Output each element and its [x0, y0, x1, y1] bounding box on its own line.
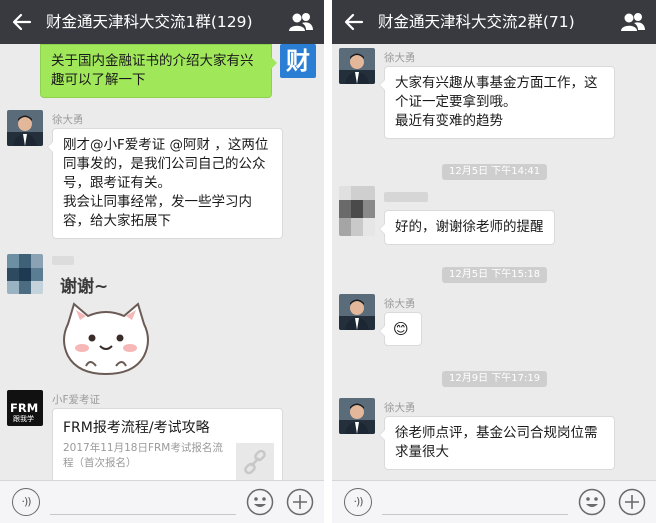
message-bubble[interactable]: 大家有兴趣从事基金方面工作，这 个证一定要拿到哦。 最近有变难的趋势	[379, 66, 615, 139]
sender-name: 徐大勇	[384, 52, 416, 64]
sender-name-blurred	[384, 192, 428, 202]
avatar-text: 财	[286, 47, 310, 75]
sender-name-blurred	[52, 256, 74, 265]
sender-name: 徐大勇	[384, 298, 416, 310]
avatar[interactable]: FRM 跟我学	[7, 390, 43, 426]
avatar-text: FRM	[10, 401, 39, 415]
message-line: 容，给大家拓展下	[63, 213, 171, 229]
card-title: FRM报考流程/考试攻略	[63, 420, 210, 436]
cat-sticker-icon	[63, 302, 149, 376]
message-input[interactable]	[50, 514, 236, 515]
message-bubble[interactable]: 好的，谢谢徐老师的提醒	[379, 210, 555, 245]
self-message-bubble[interactable]: 关于国内金融证书的介绍大家有兴 趣可以了解一下	[40, 44, 277, 98]
timestamp: 12月5日 下午15:18	[442, 267, 548, 283]
self-avatar[interactable]: 财	[280, 44, 316, 78]
message-bubble[interactable]: 😊	[379, 312, 422, 346]
message-input[interactable]	[382, 514, 568, 515]
card-description: 2017年11月18日FRM考试报名流程（首次报名）	[63, 442, 223, 469]
chat-window-group-1: 财金通天津科大交流1群(129) 关于国内金融证书的介绍大家有兴 趣可以了解一下…	[0, 0, 324, 523]
avatar[interactable]	[339, 294, 375, 330]
avatar[interactable]	[339, 48, 375, 84]
message-line: 刚才@小F爱考证 @阿财 ，这两位	[63, 137, 269, 153]
sender-name: 徐大勇	[52, 114, 84, 126]
sender-name: 小F爱考证	[52, 394, 101, 406]
message-line: 关于国内金融证书的介绍大家有兴	[51, 53, 254, 69]
avatar-subtext: 跟我学	[13, 415, 34, 423]
link-icon	[236, 443, 274, 481]
shared-article-card[interactable]: FRM报考流程/考试攻略 2017年11月18日FRM考试报名流程（首次报名）	[52, 408, 283, 488]
group-members-icon[interactable]	[620, 10, 646, 34]
emoji-icon[interactable]	[578, 488, 606, 516]
message-line: 我会让同事经常，发一些学习内	[63, 194, 252, 210]
plus-icon[interactable]	[286, 488, 314, 516]
sticker[interactable]: 谢谢~	[56, 268, 156, 380]
message-line: 好的，谢谢徐老师的提醒	[395, 219, 544, 235]
message-line: 趣可以了解一下	[51, 72, 146, 88]
message-line: 大家有兴趣从事基金方面工作，这	[395, 75, 598, 91]
back-arrow-icon[interactable]	[342, 10, 366, 34]
timestamp: 12月5日 下午14:41	[442, 164, 548, 180]
message-bubble[interactable]: 刚才@小F爱考证 @阿财 ，这两位 同事发的，是我们公司自己的公众 号，跟考证有…	[47, 128, 283, 239]
voice-icon[interactable]: ·))	[12, 488, 40, 516]
input-bar: ·))	[0, 480, 324, 523]
emoji-icon[interactable]	[246, 488, 274, 516]
group-members-icon[interactable]	[288, 10, 314, 34]
avatar[interactable]	[7, 110, 43, 146]
timestamp: 12月9日 下午17:19	[442, 371, 548, 387]
message-line: 徐老师点评，基金公司合规岗位需	[395, 425, 598, 441]
chat-title: 财金通天津科大交流1群(129)	[46, 13, 253, 31]
back-arrow-icon[interactable]	[10, 10, 34, 34]
message-line: 个证一定要拿到哦。	[395, 94, 517, 110]
chat-header: 财金通天津科大交流1群(129)	[0, 0, 324, 44]
message-line: 号，跟考证有关。	[63, 175, 171, 191]
avatar[interactable]	[339, 398, 375, 434]
sender-name: 徐大勇	[384, 402, 416, 414]
message-line: 求量很大	[395, 444, 449, 460]
message-line: 同事发的，是我们公司自己的公众	[63, 156, 266, 172]
chat-window-group-2: 财金通天津科大交流2群(71) 徐大勇 大家有兴趣从事基金方面工作，这 个证一定…	[332, 0, 656, 523]
message-line: 最近有变难的趋势	[395, 113, 503, 129]
voice-icon[interactable]: ·))	[344, 488, 372, 516]
chat-header: 财金通天津科大交流2群(71)	[332, 0, 656, 44]
smile-emoji-icon: 😊	[393, 320, 409, 338]
chat-title: 财金通天津科大交流2群(71)	[378, 13, 575, 31]
input-bar: ·))	[332, 480, 656, 523]
avatar-blurred[interactable]	[339, 186, 375, 236]
plus-icon[interactable]	[618, 488, 646, 516]
message-bubble[interactable]: 徐老师点评，基金公司合规岗位需 求量很大	[379, 416, 615, 470]
avatar-blurred[interactable]	[7, 254, 43, 294]
